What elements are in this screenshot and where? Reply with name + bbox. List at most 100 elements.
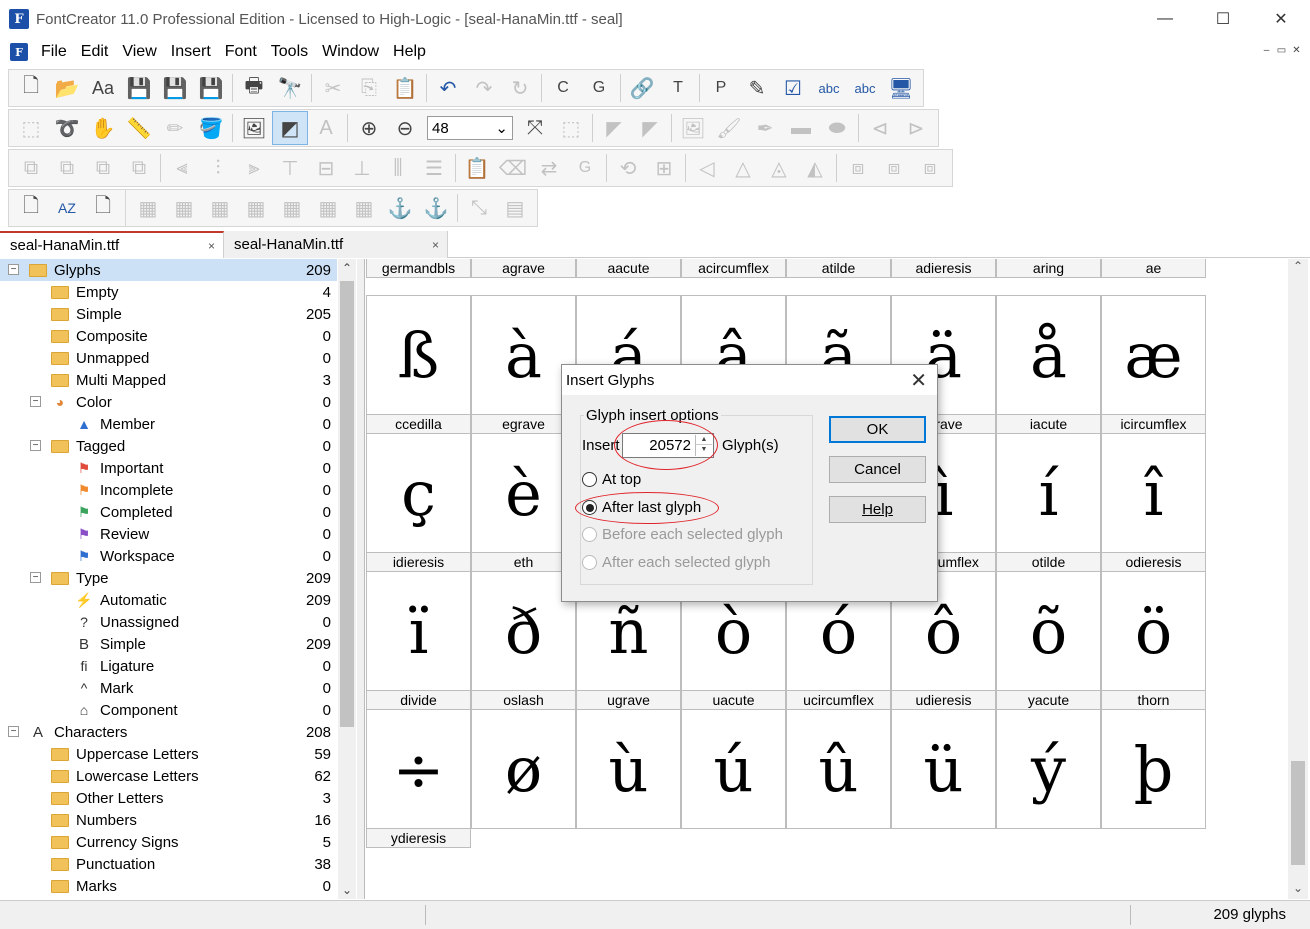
tree-item-workspace[interactable]: ⚑ Workspace 0 <box>0 545 337 567</box>
anchor-icon[interactable]: ⚓ <box>382 191 418 225</box>
glyph-cell[interactable]: agrave <box>471 259 576 278</box>
tree-item-marks[interactable]: Marks 0 <box>0 875 337 897</box>
grid-view-1-icon[interactable]: ▦ <box>130 191 166 225</box>
tree-item-tagged[interactable]: − Tagged 0 <box>0 435 337 457</box>
glyph-cell[interactable]: ú <box>681 709 786 829</box>
mdi-restore-button[interactable]: ▭ <box>1274 43 1289 58</box>
tree-item-lowercase-letters[interactable]: Lowercase Letters 62 <box>0 765 337 787</box>
scroll-up-icon[interactable]: ⌃ <box>342 261 352 275</box>
close-button[interactable]: ✕ <box>1252 0 1310 38</box>
glyph-cell[interactable]: ù <box>576 709 681 829</box>
page-settings-icon[interactable]: 🗋 <box>85 191 121 225</box>
flip-v-icon[interactable]: △ <box>725 151 761 185</box>
menu-view[interactable]: View <box>115 43 163 61</box>
ok-button[interactable]: OK <box>829 416 926 443</box>
radio-at-top[interactable]: At top <box>582 471 641 488</box>
open-font-icon[interactable]: Aa <box>85 71 121 105</box>
close-icon[interactable]: × <box>208 239 215 253</box>
preview-icon[interactable]: 🖼 <box>236 111 272 145</box>
tree-item-member[interactable]: ▲ Member 0 <box>0 413 337 435</box>
save-font-icon[interactable]: 💾 <box>193 71 229 105</box>
menu-file[interactable]: File <box>34 43 74 61</box>
grid-scrollbar[interactable]: ⌃ ⌄ <box>1288 259 1308 899</box>
menu-help[interactable]: Help <box>386 43 433 61</box>
contour-fill-icon[interactable]: ◩ <box>272 111 308 145</box>
cancel-button[interactable]: Cancel <box>829 456 926 483</box>
combine-icon[interactable]: ⧉ <box>85 151 121 185</box>
zoom-fit-icon[interactable]: ⤧ <box>517 111 553 145</box>
tree-item-numbers[interactable]: Numbers 16 <box>0 809 337 831</box>
tree-item-simple[interactable]: B Simple 209 <box>0 633 337 655</box>
mdi-close-button[interactable]: ✕ <box>1289 43 1304 58</box>
glyph-cell[interactable]: ý <box>996 709 1101 829</box>
fill-icon[interactable]: 🪣 <box>193 111 229 145</box>
grid-view-6-icon[interactable]: ▦ <box>310 191 346 225</box>
tree-item-simple[interactable]: Simple 205 <box>0 303 337 325</box>
web-preview-icon[interactable]: abc <box>847 71 883 105</box>
glyph-cell[interactable]: aring <box>996 259 1101 278</box>
redo-icon[interactable]: ↷ <box>466 71 502 105</box>
tree-scrollbar[interactable]: ⌃ ⌄ <box>338 259 356 899</box>
mdi-minimize-button[interactable]: – <box>1259 43 1274 58</box>
measure-icon[interactable]: 📏 <box>121 111 157 145</box>
align-right-icon[interactable]: ⫸ <box>236 151 272 185</box>
grid-view-2-icon[interactable]: ▦ <box>166 191 202 225</box>
image-icon[interactable]: 🖼 <box>675 111 711 145</box>
transform-icon[interactable]: ⊞ <box>646 151 682 185</box>
layout-icon[interactable]: ▤ <box>497 191 533 225</box>
glyph-cell[interactable]: í otilde <box>996 433 1101 572</box>
rotate-icon[interactable]: ⟲ <box>610 151 646 185</box>
glyph-cell[interactable]: aacute <box>576 259 681 278</box>
pen-icon[interactable]: ✒ <box>747 111 783 145</box>
tree-item-ligature[interactable]: fi Ligature 0 <box>0 655 337 677</box>
edit-settings-icon[interactable]: ✎ <box>739 71 775 105</box>
link-icon[interactable]: 🔗 <box>624 71 660 105</box>
distribute-v-icon[interactable]: ☰ <box>416 151 452 185</box>
save-as-icon[interactable]: 💾 <box>157 71 193 105</box>
glyph-cell[interactable]: ae <box>1101 259 1206 278</box>
glyph-cell[interactable]: acircumflex <box>681 259 786 278</box>
skew-icon[interactable]: ◬ <box>761 151 797 185</box>
align-bottom-icon[interactable]: ⊥ <box>344 151 380 185</box>
menu-edit[interactable]: Edit <box>74 43 116 61</box>
glyph-cell[interactable]: û <box>786 709 891 829</box>
forward-icon[interactable]: ⊳ <box>898 111 934 145</box>
tree-item-important[interactable]: ⚑ Important 0 <box>0 457 337 479</box>
tree-scrollbar-thumb[interactable] <box>340 281 354 727</box>
path-icon[interactable]: ⤡ <box>461 191 497 225</box>
grid-view-3-icon[interactable]: ▦ <box>202 191 238 225</box>
grid-view-5-icon[interactable]: ▦ <box>274 191 310 225</box>
font-outline-icon[interactable]: A <box>308 111 344 145</box>
clipboard-icon[interactable]: 📋 <box>459 151 495 185</box>
select-rect-icon[interactable]: ⬚ <box>13 111 49 145</box>
anchor-2-icon[interactable]: ⚓ <box>418 191 454 225</box>
glyph-cell[interactable]: å iacute <box>996 295 1101 434</box>
grid-scrollbar-thumb[interactable] <box>1291 761 1305 865</box>
group-icon[interactable]: ⧉ <box>13 151 49 185</box>
help-button[interactable]: Help <box>829 496 926 523</box>
tree-item-glyphs[interactable]: − Glyphs 209 <box>0 259 337 281</box>
tree-item-color[interactable]: − ◕ Color 0 <box>0 391 337 413</box>
union-icon[interactable]: ⧈ <box>840 151 876 185</box>
tree-item-review[interactable]: ⚑ Review 0 <box>0 523 337 545</box>
repeat-icon[interactable]: ↻ <box>502 71 538 105</box>
tree-item-incomplete[interactable]: ⚑ Incomplete 0 <box>0 479 337 501</box>
glyph-cell[interactable]: ü <box>891 709 996 829</box>
tree-item-type[interactable]: − Type 209 <box>0 567 337 589</box>
close-icon[interactable]: × <box>432 238 439 252</box>
glyph-cell[interactable]: ö thorn <box>1101 571 1206 710</box>
tree-item-uppercase-letters[interactable]: Uppercase Letters 59 <box>0 743 337 765</box>
undo-icon[interactable]: ↶ <box>430 71 466 105</box>
properties-icon[interactable]: P <box>703 71 739 105</box>
find-icon[interactable]: 🔭 <box>272 71 308 105</box>
brush-icon[interactable]: 🖌 <box>711 111 747 145</box>
cut-icon[interactable]: ✂ <box>315 71 351 105</box>
validate-icon[interactable]: ☑ <box>775 71 811 105</box>
ungroup-icon[interactable]: ⧉ <box>49 151 85 185</box>
zoom-in-icon[interactable]: ⊕ <box>351 111 387 145</box>
glyph-cell[interactable]: germandbls <box>366 259 471 278</box>
glyph-cell[interactable]: õ yacute <box>996 571 1101 710</box>
print-icon[interactable]: 🖶 <box>236 71 272 105</box>
new-page-icon[interactable]: 🗋 <box>13 191 49 225</box>
align-middle-icon[interactable]: ⊟ <box>308 151 344 185</box>
